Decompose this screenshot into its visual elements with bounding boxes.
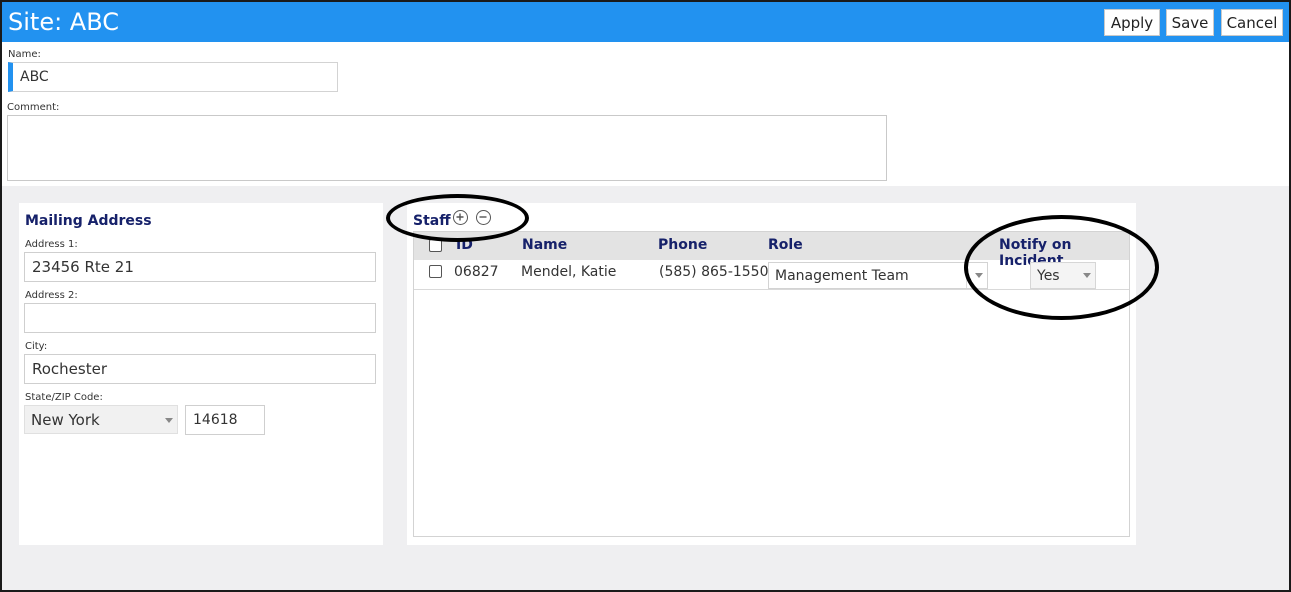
notify-select-value: Yes <box>1037 268 1060 284</box>
name-input[interactable] <box>8 62 338 92</box>
site-editor-window: Site: ABC Apply Save Cancel Name: Commen… <box>0 0 1291 592</box>
zip-input[interactable] <box>185 405 265 435</box>
column-header-phone[interactable]: Phone <box>658 237 707 253</box>
column-header-id[interactable]: ID <box>456 237 473 253</box>
row-name: Mendel, Katie <box>521 264 617 280</box>
notify-select[interactable]: Yes <box>1030 262 1096 289</box>
row-phone: (585) 865-1550 <box>659 264 769 280</box>
title-bar: Site: ABC Apply Save Cancel <box>2 2 1289 42</box>
column-header-name[interactable]: Name <box>522 237 567 253</box>
address2-label: Address 2: <box>25 290 78 301</box>
chevron-down-icon <box>975 273 983 278</box>
page-title: Site: ABC <box>8 8 120 36</box>
role-select-value: Management Team <box>775 268 909 284</box>
select-divider <box>966 263 967 288</box>
apply-button[interactable]: Apply <box>1104 9 1160 36</box>
comment-textarea[interactable] <box>7 115 887 181</box>
select-all-checkbox[interactable] <box>429 239 442 252</box>
chevron-down-icon <box>165 418 173 423</box>
cancel-button[interactable]: Cancel <box>1221 9 1283 36</box>
address1-input[interactable] <box>24 252 376 282</box>
staff-panel: Staff ID Name Phone Role Notify on Incid… <box>407 203 1136 545</box>
staff-table-header: ID Name Phone Role Notify on Incident <box>414 232 1129 269</box>
chevron-down-icon <box>1083 273 1091 278</box>
state-select-value: New York <box>31 411 100 429</box>
minus-circle-icon[interactable] <box>476 210 491 225</box>
mailing-address-title: Mailing Address <box>25 213 152 229</box>
save-button[interactable]: Save <box>1166 9 1214 36</box>
state-select[interactable]: New York <box>24 405 178 434</box>
site-form: Name: Comment: <box>2 42 1289 186</box>
plus-circle-icon[interactable] <box>453 210 468 225</box>
name-label: Name: <box>8 49 41 60</box>
row-divider <box>414 289 1129 290</box>
staff-title: Staff <box>413 213 451 229</box>
city-label: City: <box>25 341 48 352</box>
row-id: 06827 <box>454 264 499 280</box>
city-input[interactable] <box>24 354 376 384</box>
address2-input[interactable] <box>24 303 376 333</box>
staff-table: ID Name Phone Role Notify on Incident 06… <box>413 231 1130 537</box>
address1-label: Address 1: <box>25 239 78 250</box>
role-select[interactable]: Management Team <box>768 262 988 289</box>
mailing-address-panel: Mailing Address Address 1: Address 2: Ci… <box>19 203 383 545</box>
comment-label: Comment: <box>7 102 60 113</box>
column-header-role[interactable]: Role <box>768 237 803 253</box>
state-zip-label: State/ZIP Code: <box>25 392 103 403</box>
row-checkbox[interactable] <box>429 265 442 278</box>
